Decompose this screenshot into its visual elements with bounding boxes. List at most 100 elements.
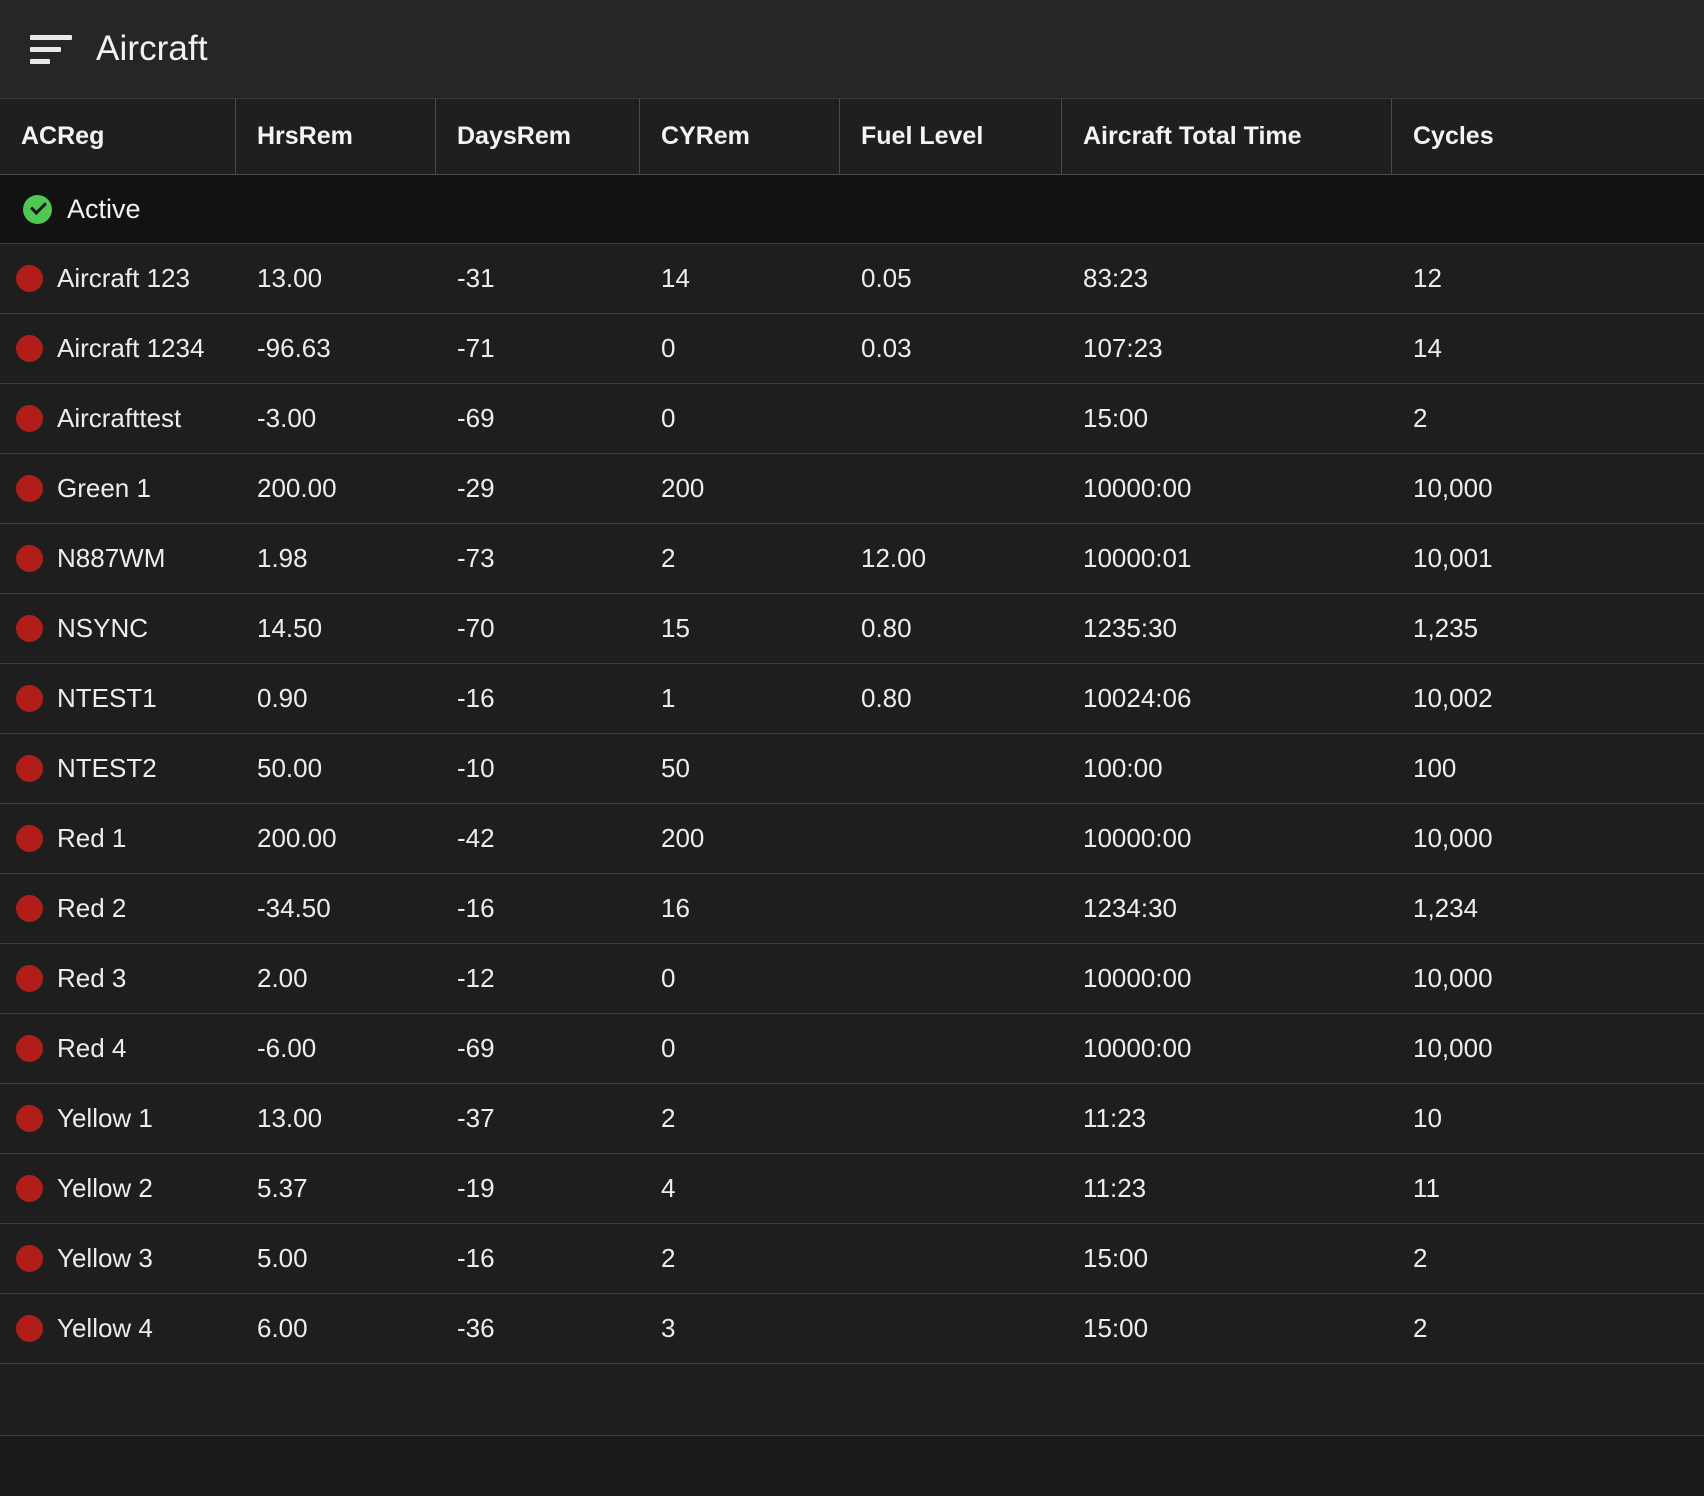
cell-cyrem: 14 <box>640 244 840 313</box>
table-header-row: ACReg HrsRem DaysRem CYRem Fuel Level Ai… <box>0 99 1704 175</box>
table-row[interactable]: NSYNC14.50-70150.801235:301,235 <box>0 594 1704 664</box>
cell-cycles: 10,000 <box>1392 804 1704 873</box>
cell-aircraft-total-time: 15:00 <box>1062 384 1392 453</box>
cell-fuel-level: 0.80 <box>840 664 1062 733</box>
column-header-acreg[interactable]: ACReg <box>0 99 236 174</box>
cell-cycles: 2 <box>1392 1224 1704 1293</box>
cell-acreg: Yellow 2 <box>0 1154 236 1223</box>
cell-daysrem: -71 <box>436 314 640 383</box>
cell-fuel-level <box>840 1154 1062 1223</box>
cell-daysrem: -42 <box>436 804 640 873</box>
page-title: Aircraft <box>96 29 208 69</box>
table-row[interactable]: Yellow 46.00-36315:002 <box>0 1294 1704 1364</box>
acreg-label: NSYNC <box>57 613 148 644</box>
acreg-label: Yellow 2 <box>57 1173 153 1204</box>
cell-cyrem: 2 <box>640 524 840 593</box>
cell-acreg: Red 1 <box>0 804 236 873</box>
aircraft-app: Aircraft ACReg HrsRem DaysRem CYRem Fuel… <box>0 0 1704 1496</box>
status-dot-icon <box>16 475 43 502</box>
cell-acreg: Aircrafttest <box>0 384 236 453</box>
cell-cycles: 10 <box>1392 1084 1704 1153</box>
cell-cycles: 10,001 <box>1392 524 1704 593</box>
status-dot-icon <box>16 1105 43 1132</box>
cell-fuel-level <box>840 734 1062 803</box>
cell-daysrem: -12 <box>436 944 640 1013</box>
status-dot-icon <box>16 265 43 292</box>
table-row[interactable]: NTEST250.00-1050100:00100 <box>0 734 1704 804</box>
table-row[interactable]: Yellow 35.00-16215:002 <box>0 1224 1704 1294</box>
cell-fuel-level <box>840 804 1062 873</box>
table-body: Aircraft 12313.00-31140.0583:2312Aircraf… <box>0 244 1704 1364</box>
cell-daysrem: -10 <box>436 734 640 803</box>
cell-cyrem: 200 <box>640 804 840 873</box>
cell-cyrem: 2 <box>640 1224 840 1293</box>
column-header-cyrem[interactable]: CYRem <box>640 99 840 174</box>
aircraft-table: ACReg HrsRem DaysRem CYRem Fuel Level Ai… <box>0 99 1704 1436</box>
table-row[interactable]: Red 32.00-12010000:0010,000 <box>0 944 1704 1014</box>
column-header-daysrem[interactable]: DaysRem <box>436 99 640 174</box>
cell-acreg: Red 4 <box>0 1014 236 1083</box>
cell-cyrem: 0 <box>640 1014 840 1083</box>
cell-fuel-level <box>840 1294 1062 1363</box>
sort-lines-icon[interactable] <box>30 34 74 64</box>
cell-fuel-level <box>840 454 1062 523</box>
acreg-label: Aircrafttest <box>57 403 181 434</box>
column-header-cycles[interactable]: Cycles <box>1392 99 1704 174</box>
acreg-label: Yellow 3 <box>57 1243 153 1274</box>
cell-aircraft-total-time: 10000:00 <box>1062 944 1392 1013</box>
cell-aircraft-total-time: 83:23 <box>1062 244 1392 313</box>
acreg-label: Yellow 1 <box>57 1103 153 1134</box>
cell-acreg: N887WM <box>0 524 236 593</box>
cell-cyrem: 15 <box>640 594 840 663</box>
acreg-label: Red 4 <box>57 1033 126 1064</box>
table-row[interactable]: Aircraft 1234-96.63-7100.03107:2314 <box>0 314 1704 384</box>
cell-hrsrem: -34.50 <box>236 874 436 943</box>
acreg-label: Red 2 <box>57 893 126 924</box>
status-dot-icon <box>16 1315 43 1342</box>
cell-aircraft-total-time: 15:00 <box>1062 1294 1392 1363</box>
acreg-label: Aircraft 123 <box>57 263 190 294</box>
status-dot-icon <box>16 1035 43 1062</box>
table-row[interactable]: Yellow 25.37-19411:2311 <box>0 1154 1704 1224</box>
table-row[interactable]: Red 4-6.00-69010000:0010,000 <box>0 1014 1704 1084</box>
cell-cycles: 1,234 <box>1392 874 1704 943</box>
table-row[interactable]: NTEST10.90-1610.8010024:0610,002 <box>0 664 1704 734</box>
cell-cycles: 10,000 <box>1392 1014 1704 1083</box>
cell-hrsrem: 5.37 <box>236 1154 436 1223</box>
status-dot-icon <box>16 545 43 572</box>
group-label: Active <box>67 194 141 225</box>
cell-hrsrem: 13.00 <box>236 244 436 313</box>
table-row[interactable]: Aircraft 12313.00-31140.0583:2312 <box>0 244 1704 314</box>
cell-hrsrem: 200.00 <box>236 454 436 523</box>
table-row[interactable]: Yellow 113.00-37211:2310 <box>0 1084 1704 1154</box>
cell-aircraft-total-time: 15:00 <box>1062 1224 1392 1293</box>
cell-cycles: 14 <box>1392 314 1704 383</box>
cell-acreg: NTEST1 <box>0 664 236 733</box>
column-header-aircraft-total-time[interactable]: Aircraft Total Time <box>1062 99 1392 174</box>
table-empty-row <box>0 1364 1704 1436</box>
cell-cyrem: 50 <box>640 734 840 803</box>
table-row[interactable]: Aircrafttest-3.00-69015:002 <box>0 384 1704 454</box>
column-header-hrsrem[interactable]: HrsRem <box>236 99 436 174</box>
table-row[interactable]: Red 2-34.50-16161234:301,234 <box>0 874 1704 944</box>
cell-acreg: Yellow 3 <box>0 1224 236 1293</box>
group-row-active[interactable]: Active <box>0 175 1704 244</box>
table-row[interactable]: Green 1200.00-2920010000:0010,000 <box>0 454 1704 524</box>
table-row[interactable]: N887WM1.98-73212.0010000:0110,001 <box>0 524 1704 594</box>
cell-fuel-level <box>840 1014 1062 1083</box>
acreg-label: NTEST1 <box>57 683 157 714</box>
status-dot-icon <box>16 615 43 642</box>
status-dot-icon <box>16 825 43 852</box>
status-dot-icon <box>16 1245 43 1272</box>
cell-hrsrem: 6.00 <box>236 1294 436 1363</box>
acreg-label: N887WM <box>57 543 165 574</box>
cell-cycles: 10,002 <box>1392 664 1704 733</box>
status-dot-icon <box>16 405 43 432</box>
acreg-label: Green 1 <box>57 473 151 504</box>
cell-daysrem: -16 <box>436 1224 640 1293</box>
cell-acreg: Green 1 <box>0 454 236 523</box>
table-row[interactable]: Red 1200.00-4220010000:0010,000 <box>0 804 1704 874</box>
column-header-fuel-level[interactable]: Fuel Level <box>840 99 1062 174</box>
cell-fuel-level <box>840 944 1062 1013</box>
cell-cycles: 10,000 <box>1392 944 1704 1013</box>
